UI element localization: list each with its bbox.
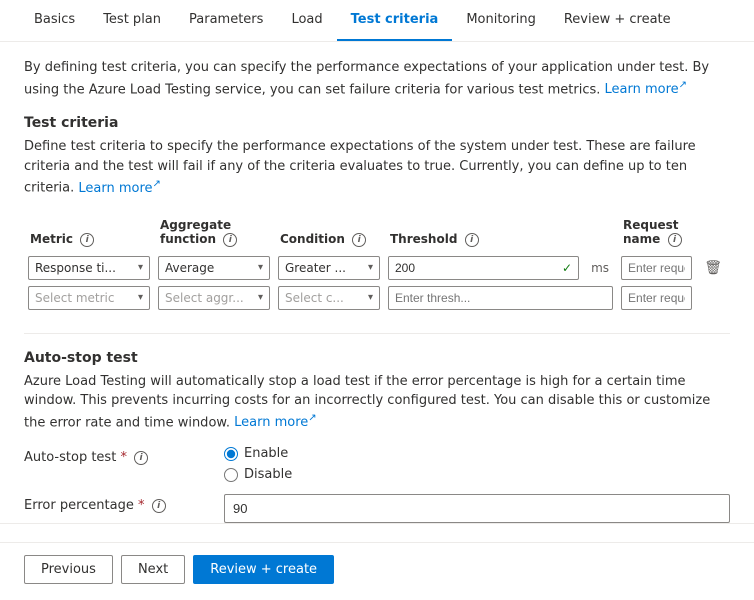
col-header-condition: Condition i: [274, 214, 384, 253]
autostop-options: Enable Disable: [224, 446, 730, 482]
metric-dropdown-row1[interactable]: Response ti... ▾: [28, 256, 150, 280]
error-percentage-row: Error percentage * i: [24, 494, 730, 523]
next-button[interactable]: Next: [121, 555, 185, 584]
review-create-button[interactable]: Review + create: [193, 555, 334, 584]
table-row: Response ti... ▾ Average ▾ Greater ... ▾: [24, 253, 730, 283]
navigation-tabs: Basics Test plan Parameters Load Test cr…: [0, 0, 754, 42]
condition-dropdown-row2[interactable]: Select c... ▾: [278, 286, 380, 310]
aggregate-dropdown-row2[interactable]: Select aggr... ▾: [158, 286, 270, 310]
autostop-disable-radio[interactable]: [224, 468, 238, 482]
tab-review-create[interactable]: Review + create: [550, 0, 685, 41]
ms-label-row1: ms: [587, 261, 613, 275]
metric-info-icon[interactable]: i: [80, 233, 94, 247]
autostop-label: Auto-stop test * i: [24, 446, 224, 465]
tab-monitoring[interactable]: Monitoring: [452, 0, 550, 41]
external-link-icon-2: ↗: [153, 178, 161, 189]
aggregate-dropdown-row1[interactable]: Average ▾: [158, 256, 270, 280]
chevron-down-icon-5: ▾: [258, 292, 263, 303]
tab-test-criteria[interactable]: Test criteria: [337, 0, 453, 41]
criteria-learn-more-link[interactable]: Learn more↗: [78, 181, 161, 196]
condition-info-icon[interactable]: i: [352, 233, 366, 247]
chevron-down-icon-2: ▾: [258, 262, 263, 273]
col-header-metric: Metric i: [24, 214, 154, 253]
table-row: Select metric ▾ Select aggr... ▾ Select …: [24, 283, 730, 313]
tab-parameters[interactable]: Parameters: [175, 0, 277, 41]
condition-dropdown-row1[interactable]: Greater ... ▾: [278, 256, 380, 280]
autostop-disable-option[interactable]: Disable: [224, 467, 730, 482]
previous-button[interactable]: Previous: [24, 555, 113, 584]
aggregate-info-icon[interactable]: i: [223, 233, 237, 247]
error-percentage-label: Error percentage * i: [24, 494, 224, 513]
autostop-learn-more-link[interactable]: Learn more↗: [234, 415, 317, 430]
autostop-heading: Auto-stop test: [24, 350, 730, 366]
threshold-field-row1[interactable]: [389, 257, 556, 279]
col-header-threshold: Threshold i: [384, 214, 617, 253]
threshold-input-row2[interactable]: [388, 286, 613, 310]
col-header-request-name: Request name i: [617, 214, 696, 253]
autostop-toggle-row: Auto-stop test * i Enable Disable: [24, 446, 730, 482]
chevron-down-icon: ▾: [138, 262, 143, 273]
col-header-aggregate: Aggregate function i: [154, 214, 274, 253]
request-name-input-row1[interactable]: [621, 256, 692, 280]
threshold-info-icon[interactable]: i: [465, 233, 479, 247]
tab-test-plan[interactable]: Test plan: [89, 0, 175, 41]
request-name-input-row2[interactable]: [621, 286, 692, 310]
intro-learn-more-link[interactable]: Learn more↗: [605, 82, 688, 97]
error-percentage-input[interactable]: [224, 494, 730, 523]
section-divider: [24, 333, 730, 334]
tab-load[interactable]: Load: [277, 0, 336, 41]
error-percentage-control: [224, 494, 730, 523]
criteria-table: Metric i Aggregate function i Condition …: [24, 214, 730, 313]
threshold-check-icon: ✓: [556, 261, 578, 275]
main-content: By defining test criteria, you can speci…: [0, 42, 754, 600]
criteria-section-heading: Test criteria: [24, 115, 730, 131]
chevron-down-icon-4: ▾: [138, 292, 143, 303]
bottom-nav-bar: Previous Next Review + create: [0, 542, 754, 596]
external-link-icon: ↗: [679, 80, 687, 91]
error-percentage-info-icon[interactable]: i: [152, 499, 166, 513]
external-link-icon-3: ↗: [308, 413, 316, 424]
tab-basics[interactable]: Basics: [20, 0, 89, 41]
criteria-section-description: Define test criteria to specify the perf…: [24, 137, 730, 198]
autostop-enable-option[interactable]: Enable: [224, 446, 730, 461]
autostop-description: Azure Load Testing will automatically st…: [24, 372, 730, 433]
delete-row1-button[interactable]: 🗑: [700, 257, 726, 278]
autostop-enable-radio[interactable]: [224, 447, 238, 461]
autostop-info-icon[interactable]: i: [134, 451, 148, 465]
intro-description: By defining test criteria, you can speci…: [24, 58, 730, 99]
request-info-icon[interactable]: i: [668, 233, 682, 247]
chevron-down-icon-6: ▾: [368, 292, 373, 303]
metric-dropdown-row2[interactable]: Select metric ▾: [28, 286, 150, 310]
chevron-down-icon-3: ▾: [368, 262, 373, 273]
autostop-radio-group: Enable Disable: [224, 446, 730, 482]
threshold-input-row1[interactable]: ✓: [388, 256, 579, 280]
